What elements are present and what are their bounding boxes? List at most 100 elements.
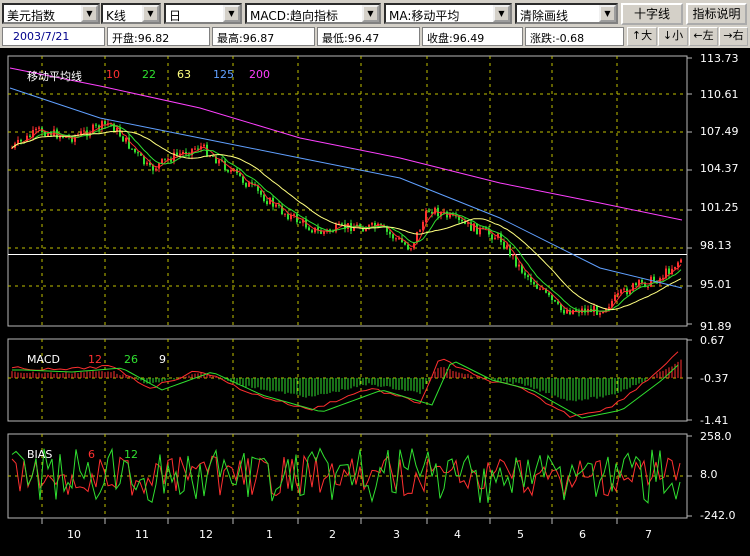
- quote-open-box: 开盘:96.82: [107, 27, 210, 46]
- draw-select[interactable]: 清除画线 ▼: [515, 3, 618, 24]
- candle-body: [554, 299, 556, 302]
- candle-body: [650, 276, 652, 287]
- chevron-down-icon[interactable]: ▼: [599, 5, 616, 22]
- chevron-down-icon[interactable]: ▼: [142, 5, 159, 22]
- indicator-select[interactable]: MACD:趋向指标 ▼: [245, 3, 381, 24]
- candle-body: [602, 311, 604, 313]
- month-label: 2: [329, 528, 336, 541]
- candle-body: [395, 238, 397, 240]
- quote-low: 最低:96.47: [322, 32, 380, 45]
- candle-body: [539, 288, 541, 290]
- overlay-select-value: MA:移动平均: [389, 9, 460, 23]
- overlay-select[interactable]: MA:移动平均 ▼: [384, 3, 512, 24]
- quote-high: 最高:96.87: [217, 32, 275, 45]
- candle-body: [95, 124, 97, 126]
- bias6-param: 6: [88, 448, 95, 461]
- candle-body: [155, 168, 157, 171]
- candle-body: [218, 160, 220, 164]
- panel-frame: [7, 55, 688, 327]
- candle-body: [428, 211, 430, 213]
- candle-body: [404, 242, 406, 245]
- indicator-help-button[interactable]: 指标说明: [686, 3, 747, 25]
- candle-body: [518, 264, 520, 267]
- quote-open: 开盘:96.82: [112, 32, 170, 45]
- macd-tick: -0.37: [700, 372, 729, 385]
- month-label: 3: [393, 528, 400, 541]
- month-label: 1: [266, 528, 273, 541]
- zoom-in-button[interactable]: ↑大: [627, 27, 657, 46]
- candle-body: [536, 284, 538, 289]
- macd-tick: 0.67: [700, 334, 725, 347]
- candle-body: [227, 170, 229, 172]
- candle-body: [551, 295, 553, 300]
- bias-tick: 258.0: [700, 430, 732, 443]
- candle-body: [287, 213, 289, 220]
- ma10-param: 10: [106, 68, 120, 81]
- candle-body: [491, 234, 493, 240]
- draw-select-value: 清除画线: [520, 9, 569, 23]
- candle-body: [389, 231, 391, 235]
- candle-body: [11, 147, 13, 149]
- candle-body: [230, 169, 232, 172]
- ma10-line: [11, 122, 682, 313]
- chevron-down-icon[interactable]: ▼: [223, 5, 240, 22]
- quote-close-box: 收盘:96.49: [422, 27, 523, 46]
- chevron-down-icon[interactable]: ▼: [493, 5, 510, 22]
- quote-low-box: 最低:96.47: [317, 27, 420, 46]
- month-label: 6: [579, 528, 586, 541]
- candle-body: [557, 301, 559, 304]
- scroll-right-button[interactable]: →右: [719, 27, 748, 46]
- candle-body: [245, 182, 247, 187]
- candle-body: [410, 248, 412, 250]
- chart-area[interactable]: 移动平均线 10 22 63 125 200 MACD 12 26 9 BIAS…: [0, 48, 750, 556]
- candle-body: [20, 139, 22, 142]
- panel-frame: [7, 433, 688, 519]
- chart-type-select[interactable]: K线 ▼: [101, 3, 161, 24]
- period-select-value: 日: [169, 9, 182, 23]
- ma63-line: [11, 130, 682, 311]
- candle-body: [419, 230, 421, 232]
- candle-body: [17, 139, 19, 144]
- chevron-down-icon[interactable]: ▼: [362, 5, 379, 22]
- candle-body: [365, 228, 367, 232]
- candle-body: [614, 294, 616, 301]
- ma125-param: 125: [213, 68, 234, 81]
- candle-body: [599, 312, 601, 315]
- bias-panel-title: BIAS: [27, 448, 53, 461]
- candle-body: [620, 289, 622, 294]
- symbol-select[interactable]: 美元指数 ▼: [2, 3, 100, 24]
- ma200-param: 200: [249, 68, 270, 81]
- candle-body: [407, 244, 409, 250]
- candle-body: [104, 121, 106, 125]
- candle-body: [137, 152, 139, 154]
- month-label: 5: [517, 528, 524, 541]
- toolbar: 美元指数 ▼ K线 ▼ 日 ▼ MACD:趋向指标 ▼ MA:移动平均 ▼ 清除…: [0, 0, 750, 48]
- candle-body: [524, 272, 526, 276]
- candle-body: [131, 148, 133, 150]
- scroll-left-button[interactable]: ←左: [689, 27, 718, 46]
- price-tick: 113.73: [700, 52, 739, 65]
- candle-body: [266, 201, 268, 205]
- candle-body: [323, 231, 325, 234]
- chart-type-select-value: K线: [106, 9, 126, 23]
- candle-body: [194, 148, 196, 150]
- macd-fast-param: 12: [88, 353, 102, 366]
- quote-date-box: 2003/7/21: [2, 27, 105, 46]
- candle-body: [158, 163, 160, 169]
- candle-body: [647, 286, 649, 288]
- period-select[interactable]: 日 ▼: [164, 3, 242, 24]
- month-label: 11: [135, 528, 149, 541]
- bias12-param: 12: [124, 448, 138, 461]
- chart-canvas[interactable]: [0, 48, 750, 556]
- zoom-out-button[interactable]: ↓小: [658, 27, 688, 46]
- candle-body: [668, 268, 670, 275]
- candle-body: [38, 127, 40, 129]
- candle-body: [494, 237, 496, 240]
- macd-signal-param: 9: [159, 353, 166, 366]
- candle-body: [392, 234, 394, 239]
- candle-body: [503, 242, 505, 249]
- month-label: 7: [645, 528, 652, 541]
- candle-body: [125, 137, 127, 142]
- chevron-down-icon[interactable]: ▼: [81, 5, 98, 22]
- crosshair-button[interactable]: 十字线: [621, 3, 683, 25]
